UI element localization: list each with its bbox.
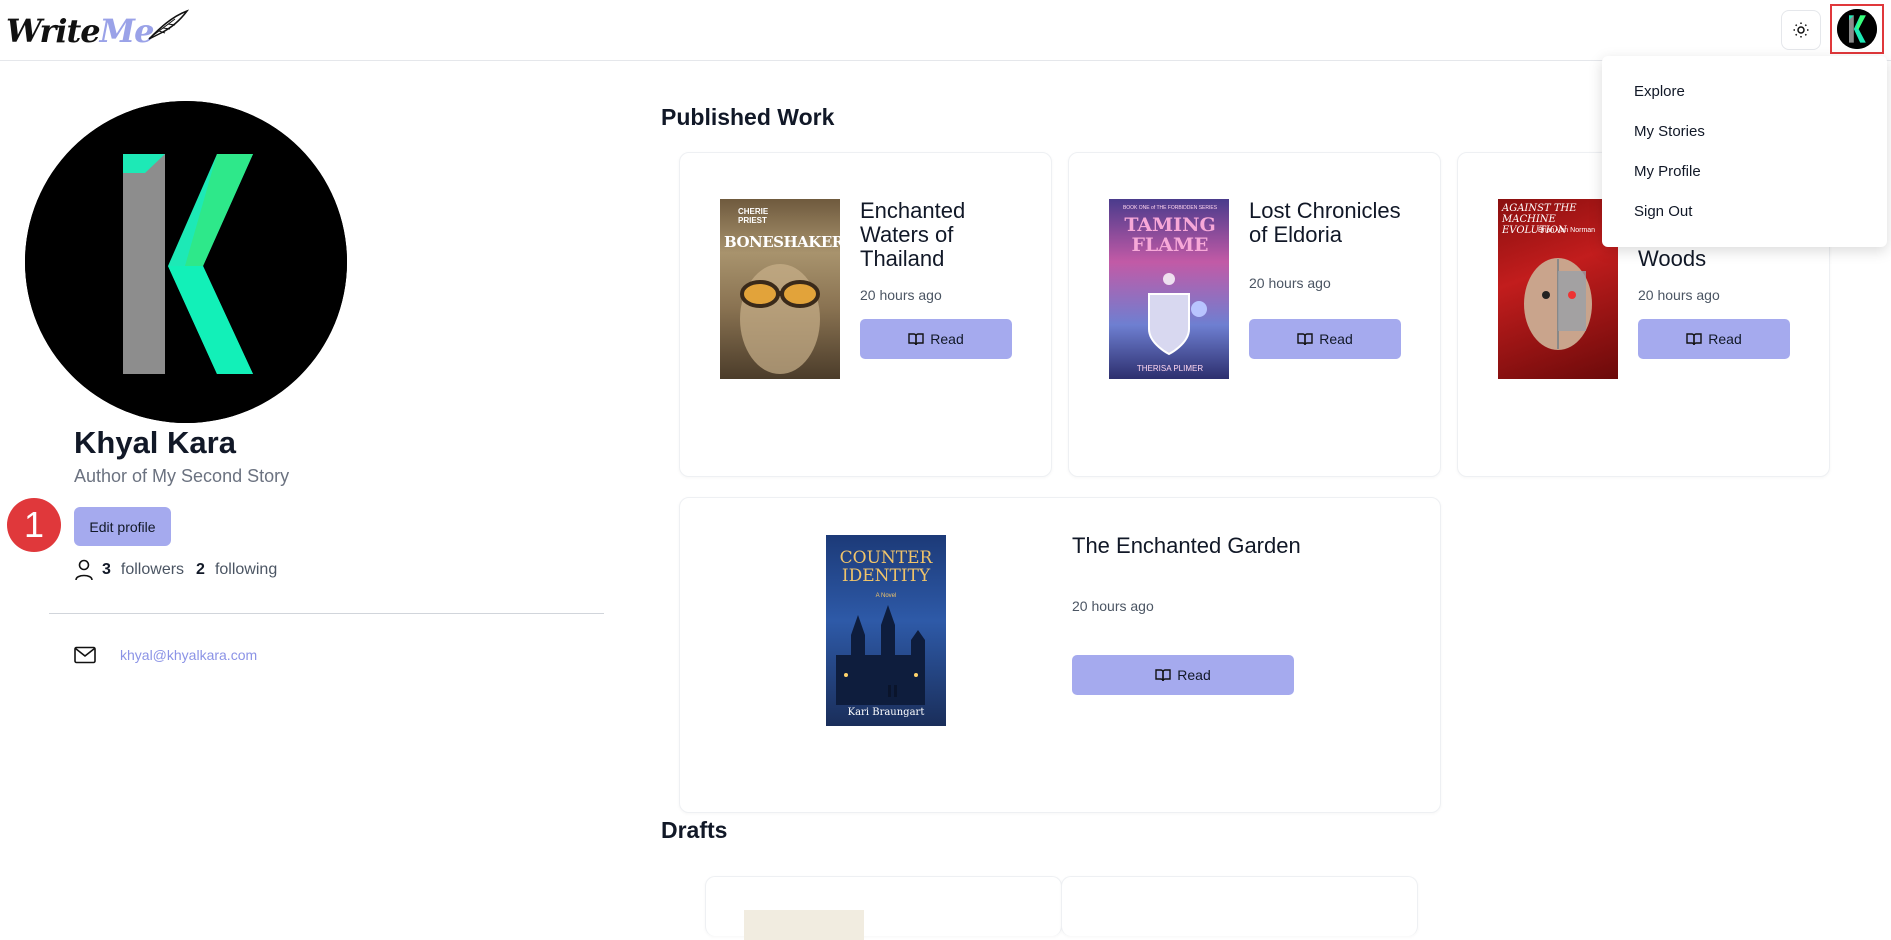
read-button[interactable]: Read <box>1072 655 1294 695</box>
divider <box>49 613 604 614</box>
cover-author-text: Kari Braungart <box>847 707 925 718</box>
read-button-label: Read <box>1708 331 1742 347</box>
menu-item-explore[interactable]: Explore <box>1602 72 1887 112</box>
cover-title-text: COUNTER IDENTITY <box>839 548 933 586</box>
book-open-icon <box>1155 669 1171 682</box>
read-button-label: Read <box>930 331 964 347</box>
draft-card <box>705 876 1062 940</box>
book-timestamp: 20 hours ago <box>860 287 942 303</box>
following-label[interactable]: following <box>215 561 277 579</box>
book-open-icon <box>1297 333 1313 346</box>
cover-series-text: BOOK ONE of THE FORBIDDEN SERIES <box>1122 205 1218 211</box>
top-navbar: Write Me <box>0 0 1891 61</box>
cover-subtitle-text: A Novel <box>875 593 897 599</box>
profile-name: Khyal Kara <box>74 425 236 460</box>
profile-avatar <box>25 101 347 423</box>
book-open-icon <box>908 333 924 346</box>
drafts-heading: Drafts <box>661 817 728 843</box>
book-card: CHERIE PRIEST BONESHAKER Enchanted Water… <box>679 152 1052 477</box>
book-title[interactable]: Enchanted Waters of Thailand <box>860 199 1010 271</box>
logo-write-text: Write <box>6 12 101 50</box>
book-title[interactable]: Woods <box>1638 247 1788 271</box>
cover-author-text: THERISA PLIMER <box>1136 364 1204 373</box>
book-open-icon <box>1686 333 1702 346</box>
writeme-logo[interactable]: Write Me <box>6 9 190 52</box>
follow-stats: 3 followers 2 following <box>74 558 277 582</box>
email-row: khyal@khyalkara.com <box>74 643 257 667</box>
book-cover-image[interactable]: BOOK ONE of THE FORBIDDEN SERIES TAMING … <box>1109 199 1229 379</box>
read-button[interactable]: Read <box>1638 319 1790 359</box>
cover-author-text: CHERIE PRIEST <box>738 207 769 225</box>
book-title[interactable]: Lost Chronicles of Eldoria <box>1249 199 1409 247</box>
cover-title-text: TAMING FLAME <box>1124 214 1216 256</box>
quill-icon <box>148 9 190 40</box>
book-timestamp: 20 hours ago <box>1249 275 1331 291</box>
following-count[interactable]: 2 <box>196 561 205 579</box>
book-card: BOOK ONE of THE FORBIDDEN SERIES TAMING … <box>1068 152 1441 477</box>
avatar <box>1837 9 1877 49</box>
read-button[interactable]: Read <box>1249 319 1401 359</box>
book-cover-image[interactable]: AGAINST THE MACHINE EVOLUTION Brian Van … <box>1498 199 1618 379</box>
followers-label[interactable]: followers <box>121 561 184 579</box>
menu-item-my-profile[interactable]: My Profile <box>1602 152 1887 192</box>
book-timestamp: 20 hours ago <box>1638 287 1720 303</box>
book-title[interactable]: The Enchanted Garden <box>1072 534 1352 558</box>
mail-icon <box>74 646 96 664</box>
read-button-label: Read <box>1177 667 1211 683</box>
email-link[interactable]: khyal@khyalkara.com <box>120 647 257 663</box>
read-button-label: Read <box>1319 331 1353 347</box>
sun-icon <box>1793 22 1809 38</box>
menu-item-my-stories[interactable]: My Stories <box>1602 112 1887 152</box>
edit-profile-button[interactable]: Edit profile <box>74 507 171 546</box>
user-icon <box>75 559 93 581</box>
read-button[interactable]: Read <box>860 319 1012 359</box>
book-card: COUNTER IDENTITY A Novel Kari Braungart … <box>679 497 1441 813</box>
book-timestamp: 20 hours ago <box>1072 598 1154 614</box>
cover-author-text: Brian Van Norman <box>1538 227 1596 234</box>
book-cover-image[interactable]: COUNTER IDENTITY A Novel Kari Braungart <box>826 535 946 726</box>
book-cover-image[interactable]: CHERIE PRIEST BONESHAKER <box>720 199 840 379</box>
draft-card <box>1061 876 1418 936</box>
draft-cover-image[interactable] <box>744 910 864 940</box>
followers-count[interactable]: 3 <box>102 561 111 579</box>
profile-subtitle: Author of My Second Story <box>74 466 290 486</box>
menu-item-sign-out[interactable]: Sign Out <box>1602 192 1887 232</box>
published-work-heading: Published Work <box>661 104 835 130</box>
theme-toggle-button[interactable] <box>1781 10 1821 50</box>
cover-title-text: BONESHAKER <box>724 233 840 251</box>
annotation-badge: 1 <box>7 498 61 552</box>
user-dropdown-menu: Explore My Stories My Profile Sign Out <box>1602 56 1887 247</box>
user-avatar-button[interactable] <box>1830 4 1884 54</box>
